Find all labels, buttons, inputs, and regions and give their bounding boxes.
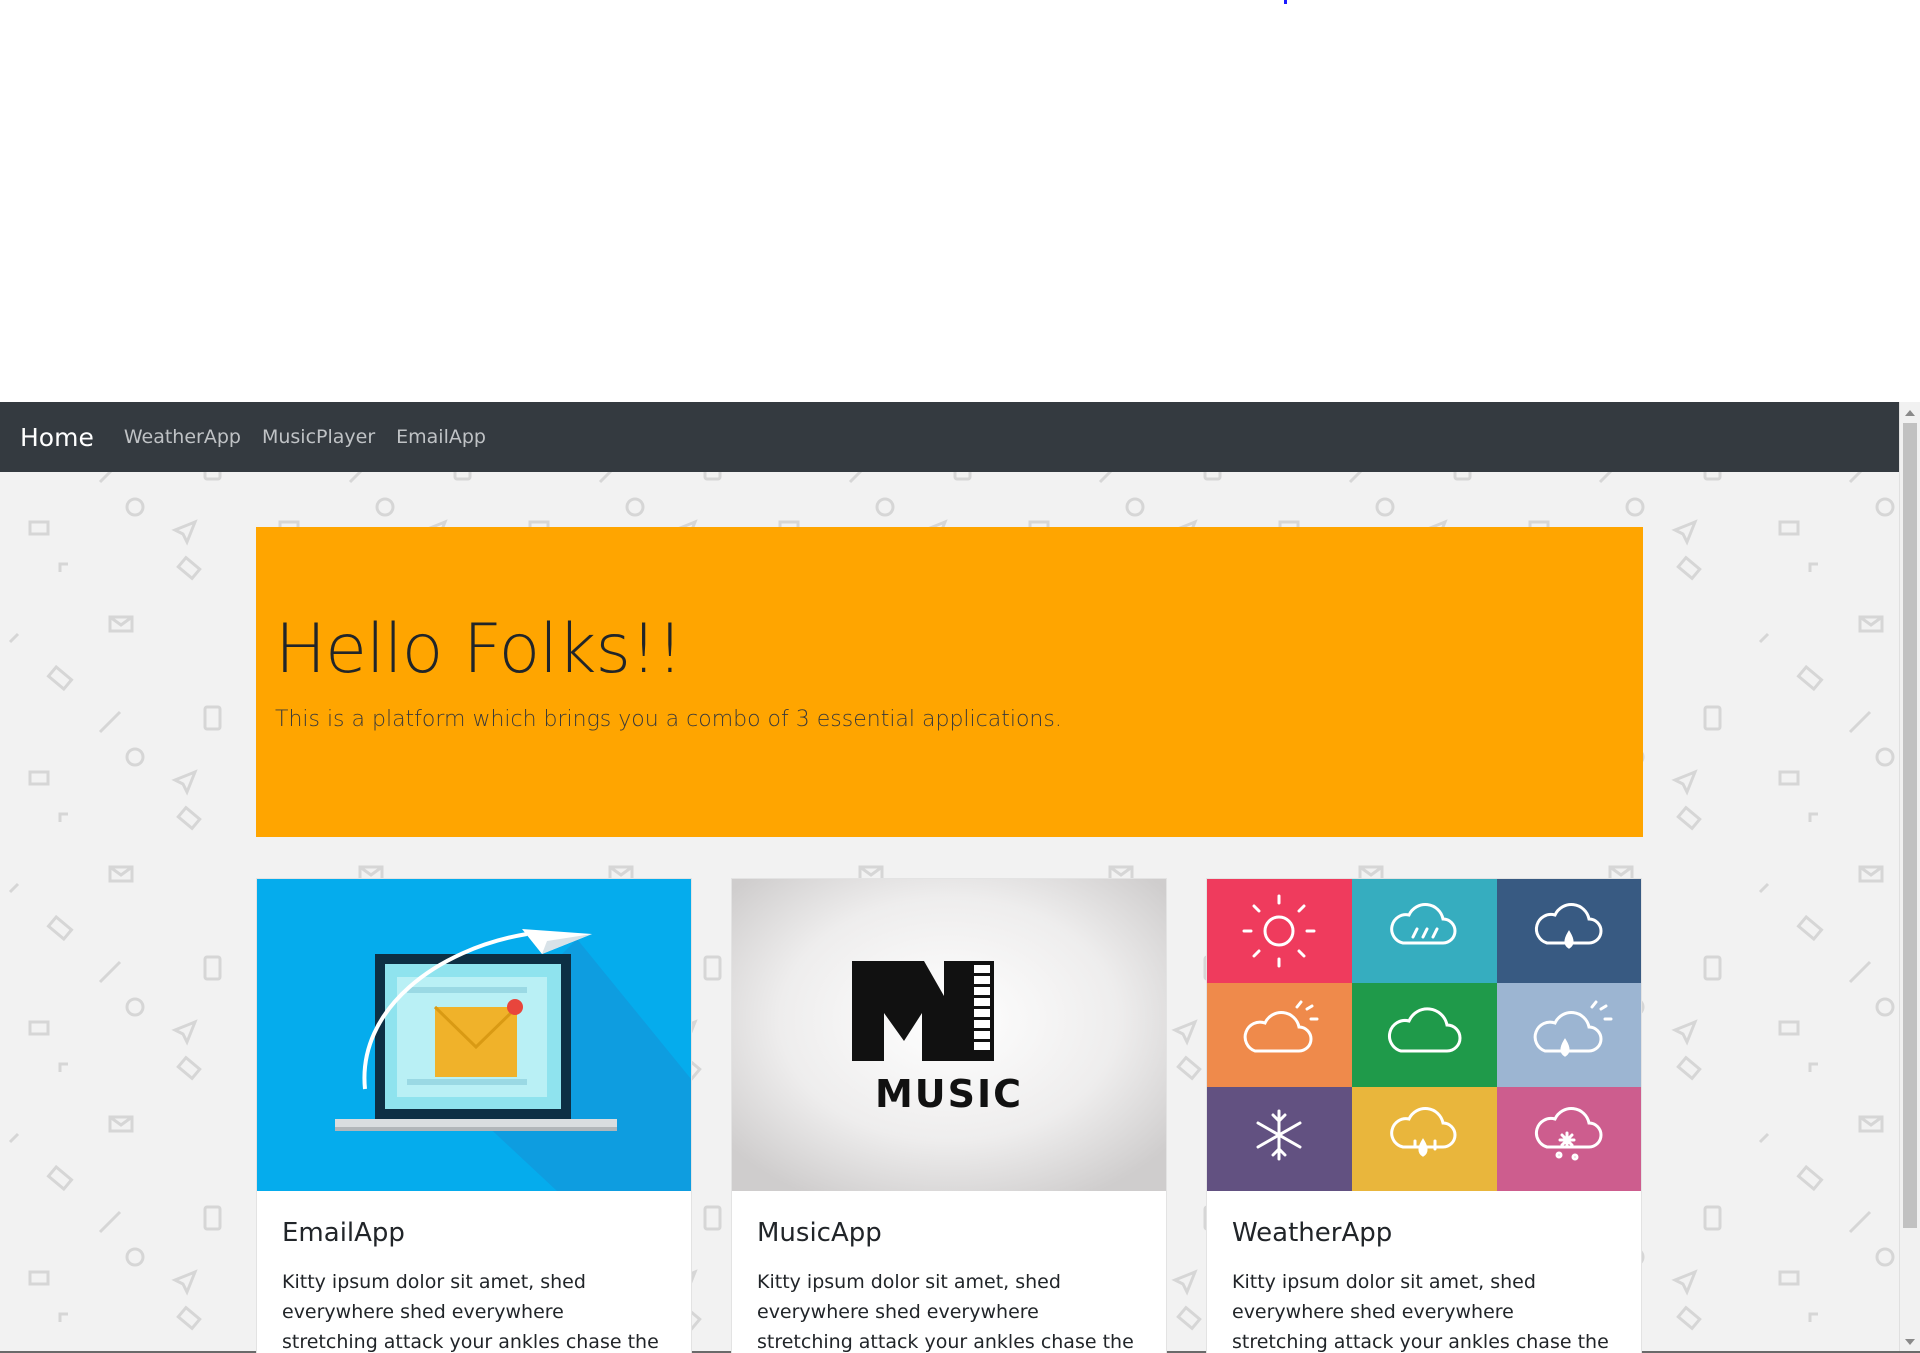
card-title: MusicApp	[757, 1218, 882, 1248]
navbar: Home WeatherApp MusicPlayer EmailApp	[0, 402, 1899, 472]
card-musicapp[interactable]: MUSIC MusicApp Kitty ipsum dolor sit ame…	[731, 878, 1167, 1353]
vertical-scrollbar[interactable]	[1899, 402, 1920, 1353]
music-logo-text: MUSIC	[874, 1072, 1024, 1116]
weather-icon-grid	[1207, 879, 1641, 1191]
card-title: WeatherApp	[1232, 1218, 1393, 1248]
music-logo-image	[732, 879, 1166, 1191]
scroll-up-arrow-icon[interactable]	[1905, 410, 1915, 416]
scroll-down-arrow-icon[interactable]	[1905, 1339, 1915, 1345]
scrollbar-thumb[interactable]	[1903, 423, 1917, 1228]
card-weatherapp[interactable]: WeatherApp Kitty ipsum dolor sit amet, s…	[1206, 878, 1642, 1353]
email-illustration	[257, 879, 691, 1191]
nav-home-link[interactable]: Home	[20, 423, 94, 452]
card-title: EmailApp	[282, 1218, 405, 1248]
stray-mark	[1284, 0, 1287, 4]
nav-link-emailapp[interactable]: EmailApp	[396, 426, 486, 448]
jumbotron-title: Hello Folks!!	[275, 610, 683, 689]
card-text: Kitty ipsum dolor sit amet, shed everywh…	[757, 1271, 1134, 1353]
blank-area	[0, 0, 1920, 402]
card-text: Kitty ipsum dolor sit amet, shed everywh…	[1232, 1271, 1609, 1353]
page-viewport: Home WeatherApp MusicPlayer EmailApp Hel…	[0, 402, 1899, 1353]
jumbotron-subtitle: This is a platform which brings you a co…	[275, 707, 1062, 732]
jumbotron: Hello Folks!! This is a platform which b…	[256, 527, 1643, 837]
nav-link-weatherapp[interactable]: WeatherApp	[124, 426, 241, 448]
nav-link-musicplayer[interactable]: MusicPlayer	[262, 426, 375, 448]
card-emailapp[interactable]: EmailApp Kitty ipsum dolor sit amet, she…	[256, 878, 692, 1353]
card-text: Kitty ipsum dolor sit amet, shed everywh…	[282, 1271, 659, 1353]
